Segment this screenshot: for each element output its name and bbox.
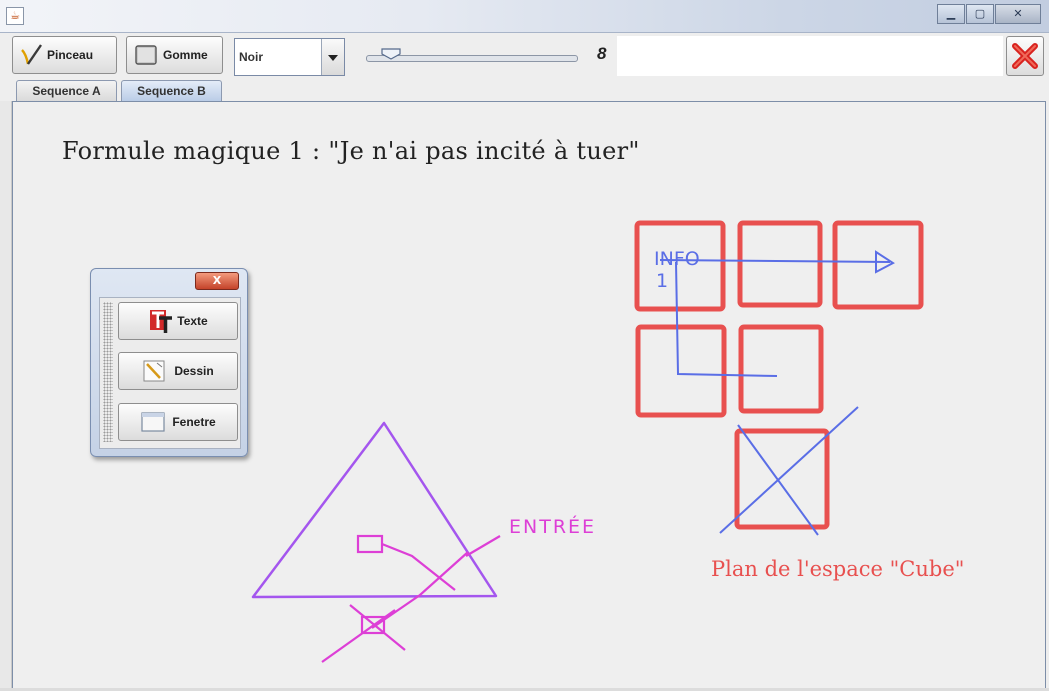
fenetre-button[interactable]: Fenetre — [118, 403, 238, 441]
color-select-value: Noir — [239, 50, 263, 64]
pinceau-button[interactable]: Pinceau — [12, 36, 117, 74]
color-select[interactable]: Noir — [234, 38, 345, 76]
brush-icon — [21, 44, 42, 65]
dessin-button[interactable]: Dessin — [118, 352, 238, 390]
dessin-label: Dessin — [174, 364, 214, 378]
minimize-button[interactable]: ▁ — [937, 4, 965, 24]
gomme-label: Gomme — [163, 48, 208, 62]
close-icon — [1012, 43, 1038, 69]
window-icon — [141, 412, 165, 432]
tab-sequence-a[interactable]: Sequence A — [16, 80, 117, 101]
fenetre-label: Fenetre — [172, 415, 216, 429]
toolbar-blank-area — [617, 36, 1003, 76]
title-bar: ☕ ▁ ▢ ✕ — [0, 0, 1049, 33]
formula-text: Formule magique 1 : "Je n'ai pas incité … — [62, 137, 640, 165]
left-margin — [0, 101, 12, 691]
java-icon: ☕ — [6, 7, 24, 25]
maximize-button[interactable]: ▢ — [966, 4, 994, 24]
chevron-down-icon[interactable] — [321, 39, 344, 75]
tab-sequence-b[interactable]: Sequence B — [121, 80, 222, 102]
text-icon — [150, 310, 173, 333]
pinceau-label: Pinceau — [47, 48, 94, 62]
window-controls: ▁ ▢ ✕ — [936, 4, 1041, 24]
palette-close-button[interactable]: X — [195, 272, 239, 290]
tool-palette: X Texte Dessin Fenetre — [90, 268, 248, 457]
texte-label: Texte — [177, 314, 208, 328]
close-window-button[interactable]: ✕ — [995, 4, 1041, 24]
texte-button[interactable]: Texte — [118, 302, 238, 340]
brush-size-value: 8 — [597, 44, 607, 63]
gomme-button[interactable]: Gomme — [126, 36, 223, 74]
eraser-icon — [135, 45, 157, 65]
quit-button[interactable] — [1006, 36, 1044, 76]
drag-handle[interactable] — [103, 302, 113, 442]
slider-thumb[interactable] — [381, 48, 401, 60]
sequence-tabs: Sequence A Sequence B — [0, 80, 1049, 102]
palette-body: Texte Dessin Fenetre — [99, 297, 241, 449]
drawing-icon — [143, 360, 165, 382]
